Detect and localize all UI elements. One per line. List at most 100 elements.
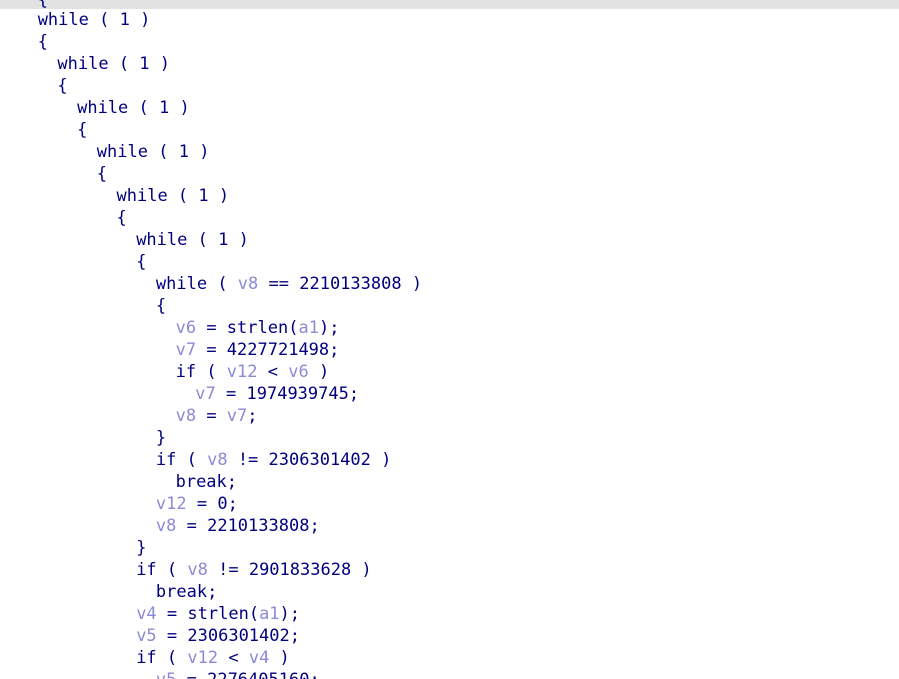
code-line: v8 = 2210133808;	[0, 515, 899, 537]
code-line: {	[0, 251, 899, 273]
pseudocode-window: { while ( 1 ){while ( 1 ){while ( 1 ){wh…	[0, 0, 899, 679]
keyword-token: if	[136, 560, 157, 580]
punctuation-token: =	[196, 406, 227, 426]
code-line: v4 = strlen(a1);	[0, 603, 899, 625]
punctuation-token: ;	[226, 472, 238, 492]
punctuation-token: (	[156, 560, 188, 580]
punctuation-token: )	[188, 142, 210, 162]
punctuation-token: )	[169, 98, 190, 118]
code-line: {	[0, 295, 899, 317]
punctuation-token: {	[37, 32, 48, 52]
keyword-token: break	[175, 472, 227, 492]
code-line: if ( v8 != 2306301402 )	[0, 449, 899, 471]
code-line: if ( v12 < v6 )	[0, 361, 899, 383]
code-line: }	[0, 427, 899, 449]
punctuation-token: {	[155, 296, 167, 316]
punctuation-token: =	[215, 384, 247, 404]
code-line: while ( 1 )	[0, 185, 899, 207]
punctuation-token: {	[136, 252, 147, 272]
punctuation-token: ;	[309, 516, 320, 536]
variable-token: v8	[207, 450, 228, 470]
number-token: 4227721498	[226, 340, 330, 360]
keyword-token: while	[57, 54, 109, 74]
code-text-area[interactable]: while ( 1 ){while ( 1 ){while ( 1 ){whil…	[0, 9, 899, 679]
punctuation-token: =	[186, 494, 218, 514]
number-token: 1	[139, 54, 150, 74]
punctuation-token: ;	[227, 494, 238, 514]
argument-token: a1	[298, 318, 319, 338]
punctuation-token: (	[128, 98, 159, 118]
punctuation-token: (	[207, 274, 238, 294]
code-line: {	[0, 31, 899, 53]
punctuation-token: ;	[247, 406, 258, 426]
keyword-token: if	[175, 362, 197, 382]
number-token: 2901833628	[248, 560, 352, 580]
punctuation-token: =	[156, 626, 188, 646]
punctuation-token: =	[156, 604, 188, 624]
code-line: v7 = 1974939745;	[0, 383, 899, 405]
number-token: 2210133808	[207, 516, 310, 536]
code-line: if ( v8 != 2901833628 )	[0, 559, 899, 581]
punctuation-token: (	[108, 54, 140, 74]
punctuation-token: )	[129, 10, 151, 30]
number-token: 2210133808	[299, 274, 402, 294]
code-line: while ( 1 )	[0, 9, 899, 31]
punctuation-token: =	[176, 516, 208, 536]
keyword-token: if	[136, 648, 157, 668]
keyword-token: while	[136, 230, 188, 250]
variable-token: v6	[288, 362, 309, 382]
punctuation-token: )	[149, 54, 171, 74]
variable-token: v12	[226, 362, 258, 382]
punctuation-token: );	[318, 318, 340, 338]
code-line: v7 = 4227721498;	[0, 339, 899, 361]
punctuation-token: {	[116, 208, 127, 228]
punctuation-token: )	[401, 274, 423, 294]
punctuation-token: ;	[348, 384, 360, 404]
scroll-clipped-strip	[0, 0, 899, 9]
code-line: while ( 1 )	[0, 53, 899, 75]
punctuation-token: }	[155, 428, 167, 448]
punctuation-token: !=	[227, 450, 269, 470]
variable-token: v6	[175, 318, 197, 338]
code-line: if ( v12 < v4 )	[0, 647, 899, 669]
number-token: 1	[178, 142, 189, 162]
number-token: 2276405160	[207, 670, 309, 679]
code-line: v5 = 2306301402;	[0, 625, 899, 647]
punctuation-token: (	[176, 450, 208, 470]
number-token: 2306301402	[187, 626, 290, 646]
punctuation-token: {	[77, 120, 88, 140]
variable-token: v8	[187, 560, 208, 580]
variable-token: v5	[136, 626, 157, 646]
punctuation-token: ==	[258, 274, 300, 294]
punctuation-token: )	[269, 648, 290, 668]
variable-token: v12	[155, 494, 187, 514]
punctuation-token: {	[96, 164, 108, 184]
punctuation-token: (	[196, 362, 227, 382]
punctuation-token: {	[57, 76, 68, 96]
keyword-token: if	[155, 450, 177, 470]
number-token: 1	[218, 230, 229, 250]
variable-token: v12	[187, 648, 219, 668]
variable-token: v8	[155, 516, 177, 536]
code-line: }	[0, 537, 899, 559]
number-token: 1	[159, 98, 170, 118]
punctuation-token: !=	[207, 560, 249, 580]
code-line: while ( v8 == 2210133808 )	[0, 273, 899, 295]
code-line: v5 = 2276405160;	[0, 669, 899, 679]
punctuation-token: (	[248, 604, 260, 624]
punctuation-token: ;	[329, 340, 340, 360]
number-token: 1	[119, 10, 130, 30]
code-line: {	[0, 207, 899, 229]
variable-token: v8	[237, 274, 259, 294]
code-line: v8 = v7;	[0, 405, 899, 427]
code-line: v12 = 0;	[0, 493, 899, 515]
code-line: {	[0, 163, 899, 185]
variable-token: v7	[175, 340, 197, 360]
punctuation-token: =	[196, 318, 227, 338]
punctuation-token: <	[218, 648, 249, 668]
punctuation-token: ;	[289, 626, 300, 646]
number-token: 0	[217, 494, 228, 514]
function-token: strlen	[226, 318, 289, 338]
code-line: {	[0, 119, 899, 141]
code-line: while ( 1 )	[0, 97, 899, 119]
